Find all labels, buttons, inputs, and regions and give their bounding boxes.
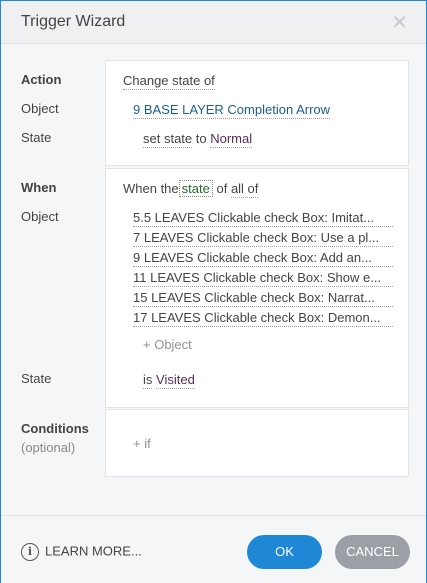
trigger-wizard-dialog: Trigger Wizard ✕ Action Object State Cha… (0, 0, 427, 583)
when-object-item[interactable]: 17 LEAVES Clickable check Box: Demon... (133, 310, 393, 327)
when-state-row: is Visited (143, 372, 195, 389)
action-type-dropdown[interactable]: Change state of (123, 73, 215, 90)
when-object-item[interactable]: 5.5 LEAVES Clickable check Box: Imitat..… (133, 210, 393, 227)
set-state-dropdown[interactable]: set state (143, 131, 193, 148)
when-object-item[interactable]: 7 LEAVES Clickable check Box: Use a pl..… (133, 230, 393, 247)
dialog-footer: i LEARN MORE... OK CANCEL (1, 515, 426, 583)
when-condition-row: When the state of all of (123, 180, 259, 198)
learn-more-link[interactable]: i LEARN MORE... (21, 543, 142, 561)
action-state-row: set state to Normal (143, 131, 253, 148)
action-object-label: Object (21, 101, 59, 116)
when-text: When the (123, 181, 179, 196)
ok-button[interactable]: OK (247, 535, 322, 569)
action-object-selector[interactable]: 9 BASE LAYER Completion Arrow (133, 102, 331, 119)
is-dropdown[interactable]: is (143, 372, 153, 389)
when-state-label: State (21, 371, 52, 386)
when-object-item[interactable]: 15 LEAVES Clickable check Box: Narrat... (133, 290, 393, 307)
learn-more-label: LEARN MORE... (45, 543, 142, 559)
info-icon: i (21, 543, 39, 561)
dialog-content: Action Object State Change state of 9 BA… (1, 44, 426, 514)
when-of-text: of (216, 181, 228, 196)
conditions-panel: + if (105, 409, 409, 477)
when-label: When (21, 180, 57, 195)
when-state-dropdown[interactable]: state (178, 180, 213, 197)
action-state-value[interactable]: Normal (210, 131, 253, 148)
when-object-item[interactable]: 9 LEAVES Clickable check Box: Add an... (133, 250, 393, 267)
conditions-label: Conditions (21, 421, 89, 436)
all-of-dropdown[interactable]: all of (230, 181, 259, 198)
dialog-title: Trigger Wizard (21, 13, 126, 30)
add-object-button[interactable]: + Object (143, 337, 192, 352)
action-panel: Change state of 9 BASE LAYER Completion … (105, 60, 409, 166)
cancel-button[interactable]: CANCEL (335, 535, 410, 569)
when-object-item[interactable]: 11 LEAVES Clickable check Box: Show e... (133, 270, 393, 287)
state-to-text: to (195, 131, 207, 146)
add-if-button[interactable]: + if (133, 436, 151, 451)
when-state-value[interactable]: Visited (156, 372, 195, 389)
action-state-label: State (21, 130, 52, 145)
conditions-optional-label: (optional) (21, 440, 76, 455)
when-object-label: Object (21, 209, 59, 224)
title-bar: Trigger Wizard ✕ (1, 1, 426, 44)
close-icon[interactable]: ✕ (391, 10, 408, 35)
action-label: Action (21, 72, 62, 87)
when-panel: When the state of all of 5.5 LEAVES Click… (105, 168, 409, 408)
